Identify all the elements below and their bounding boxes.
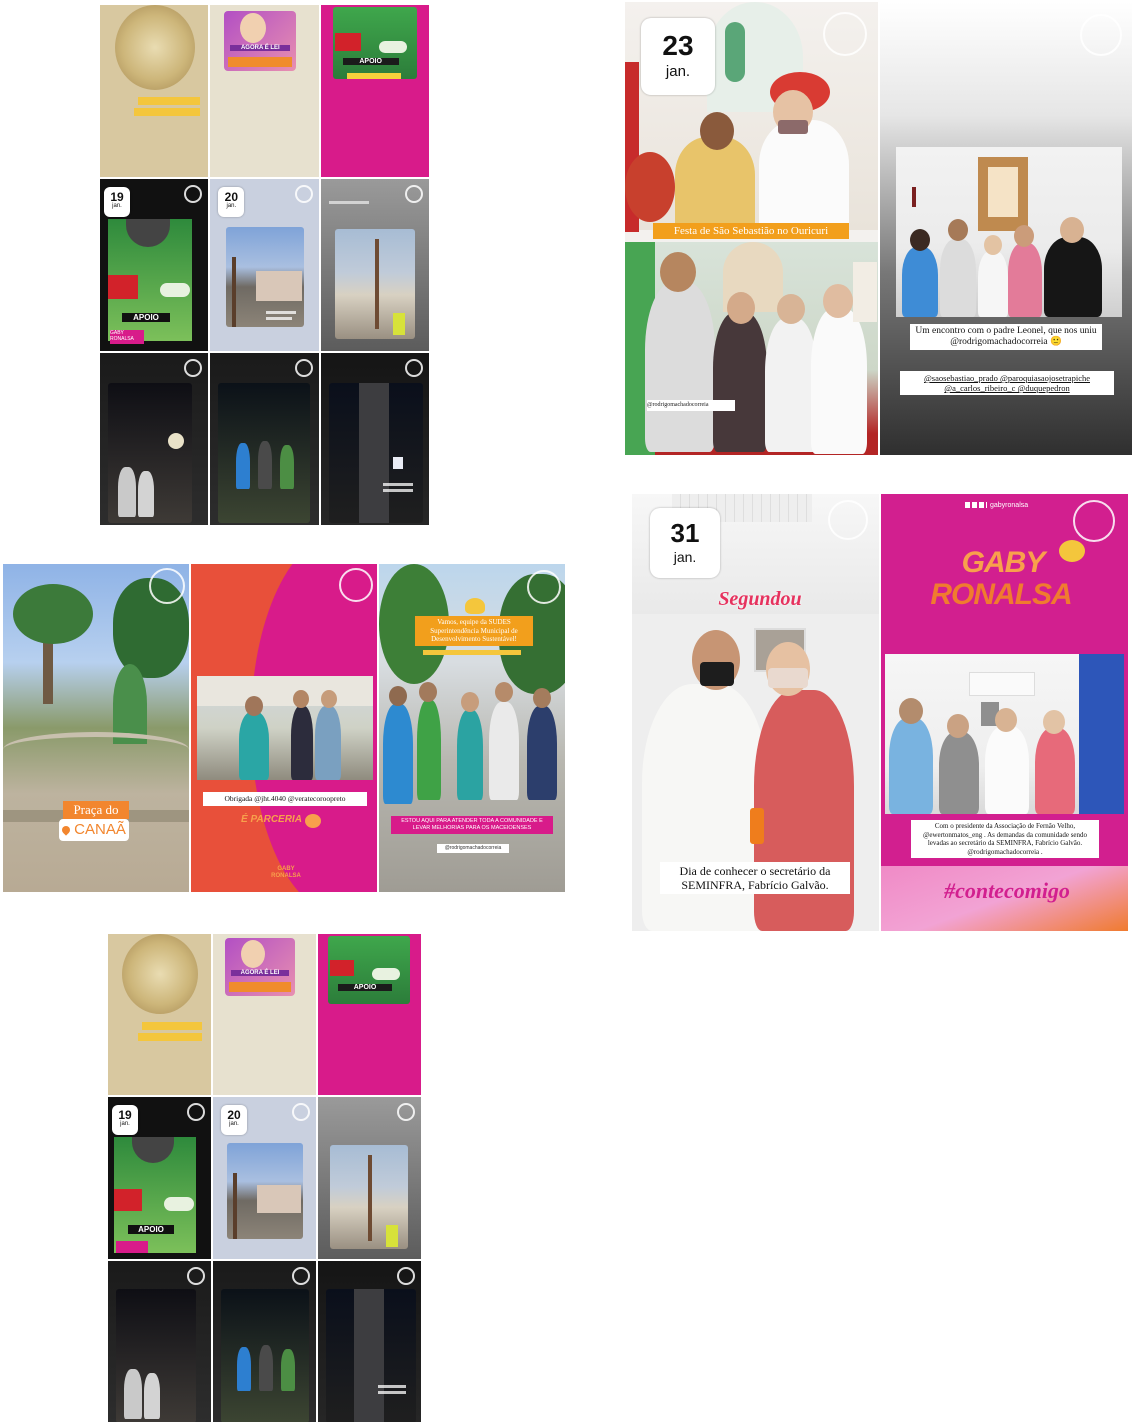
story-tile-19-jan[interactable]: 19 jan. APOIO GABY RONALSA xyxy=(100,179,209,351)
sudes-panel[interactable]: Vamos, equipe da SUDES Superintendência … xyxy=(379,564,565,892)
story-tile-night-3[interactable] xyxy=(318,1260,421,1422)
seminfra-caption: Dia de conhecer o secretário da SEMINFRA… xyxy=(660,862,850,894)
brand-gaby: GABY xyxy=(961,546,1046,579)
select-circle[interactable] xyxy=(527,570,561,604)
date-badge-19: 19 jan. xyxy=(104,187,130,217)
story-tile-food[interactable] xyxy=(100,5,209,177)
story-tile-20-jan[interactable]: 20 jan. xyxy=(210,179,319,351)
select-circle[interactable] xyxy=(823,12,867,56)
story-tile-night-3[interactable] xyxy=(320,353,429,525)
praca-canaa-panel[interactable]: Praça do CANAÃ xyxy=(3,564,189,892)
agora-e-lei-label: AGORA É LEI xyxy=(230,45,291,51)
team-photo xyxy=(197,676,373,780)
date-badge-20: 20 jan. xyxy=(218,187,245,217)
assoc-group-photo xyxy=(885,654,1124,814)
select-circle[interactable] xyxy=(184,185,203,203)
social-icons xyxy=(965,502,987,509)
select-circle[interactable] xyxy=(339,568,373,602)
handle-sticker[interactable]: @rodrigomachadocorreia xyxy=(437,844,509,853)
date-badge-23: 23 jan. xyxy=(641,18,715,95)
select-circle[interactable] xyxy=(828,500,868,540)
padre-group-photo xyxy=(896,147,1122,317)
apoio-label-19: APOIO xyxy=(128,1225,174,1235)
story-collage-top: AGORA É LEI APOIO 19 jan. APOIO GABY RON… xyxy=(100,5,429,525)
tag-rodrigo-left[interactable]: @rodrigomachadocorreia xyxy=(647,400,735,411)
story-31-left-panel[interactable]: Segundou 31 jan. Dia de conhecer o secre… xyxy=(632,494,879,931)
heart-icon xyxy=(305,814,321,828)
obrigada-caption[interactable]: Obrigada @jht.4040 @veratecoroopreto xyxy=(203,792,367,806)
yellow-caption-strip xyxy=(138,97,200,105)
story-tile-apoio[interactable]: APOIO xyxy=(320,5,429,177)
group-photo-church xyxy=(625,242,878,455)
date-badge-20: 20 jan. xyxy=(221,1105,247,1136)
story-tile-agora-e-lei[interactable]: AGORA É LEI xyxy=(213,934,316,1096)
date-badge-19: 19 jan. xyxy=(112,1105,138,1136)
praca-do-label: Praça do xyxy=(63,801,129,819)
story-tile-night-2[interactable] xyxy=(210,353,319,525)
raised-hands-icon xyxy=(465,598,485,614)
street-photo-grey xyxy=(334,229,415,339)
story-tile-night-1[interactable] xyxy=(100,353,209,525)
select-circle[interactable] xyxy=(1073,500,1115,542)
story-23-jan: 23 jan. Festa de São Sebastião no Ouricu… xyxy=(625,2,1132,455)
food-photo xyxy=(115,5,195,90)
parceria-panel[interactable]: Obrigada @jht.4040 @veratecoroopreto É P… xyxy=(191,564,377,892)
encontro-caption: Um encontro com o padre Leonel, que nos … xyxy=(910,324,1102,350)
story-tile-20-jan[interactable]: 20 jan. xyxy=(213,1097,316,1259)
story-tile-agora-e-lei[interactable]: AGORA É LEI xyxy=(210,5,319,177)
story-23-right-panel[interactable]: Um encontro com o padre Leonel, que nos … xyxy=(880,2,1132,455)
story-tile-19-jan[interactable]: 19 jan. APOIO xyxy=(108,1097,211,1259)
story-praca: Praça do CANAÃ Obrigada @jht.4040 @verat… xyxy=(3,564,565,892)
story-31-right-panel[interactable]: gabyronalsa GABY RONALSA Com o president… xyxy=(881,494,1128,931)
apoio-label-19: APOIO xyxy=(122,313,170,322)
tags-caption[interactable]: @saosebastiao_prado @paroquiasaojosetrap… xyxy=(900,371,1114,395)
gaby-ronalsa-mini: GABY RONALSA xyxy=(110,330,144,344)
festa-caption: Festa de São Sebastião no Ouricuri xyxy=(653,223,849,239)
story-collage-bottom: AGORA É LEI APOIO 19 jan. APOIO 20 jan. xyxy=(108,934,421,1422)
apoio-label: APOIO xyxy=(338,984,392,991)
story-23-left-panel[interactable]: 23 jan. Festa de São Sebastião no Ouricu… xyxy=(625,2,878,455)
location-pin-icon xyxy=(60,824,72,836)
story-31-jan: Segundou 31 jan. Dia de conhecer o secre… xyxy=(632,494,1128,931)
agora-e-lei-label: AGORA É LEI xyxy=(231,970,289,976)
hashtag-contecomigo: #contecomigo xyxy=(944,878,1070,903)
sudes-caption: Vamos, equipe da SUDES Superintendência … xyxy=(415,616,533,646)
estou-aqui-caption: ESTOU AQUI PARA ATENDER TODA A COMUNIDAD… xyxy=(391,816,553,834)
gabyronalsa-handle: gabyronalsa xyxy=(965,502,1085,509)
select-circle[interactable] xyxy=(149,568,185,604)
select-circle[interactable] xyxy=(1080,14,1122,56)
hands-icon xyxy=(1059,540,1085,562)
story-tile-apoio[interactable]: APOIO xyxy=(318,934,421,1096)
date-badge-31: 31 jan. xyxy=(650,508,720,578)
assoc-caption: Com o presidente da Associação de Fernão… xyxy=(911,820,1099,858)
story-tile-food[interactable] xyxy=(108,934,211,1096)
apoio-label: APOIO xyxy=(342,58,399,65)
story-tile-night-1[interactable] xyxy=(108,1260,211,1422)
gaby-brand-mini: GABY RONALSA xyxy=(271,866,301,879)
canaa-location-sticker[interactable]: CANAÃ xyxy=(59,819,129,841)
segundou-sign: Segundou xyxy=(718,588,802,610)
story-tile-street-grey[interactable] xyxy=(320,179,429,351)
story-tile-night-2[interactable] xyxy=(213,1260,316,1422)
story-tile-street-grey[interactable] xyxy=(318,1097,421,1259)
brand-ronalsa: RONALSA xyxy=(930,578,1072,611)
